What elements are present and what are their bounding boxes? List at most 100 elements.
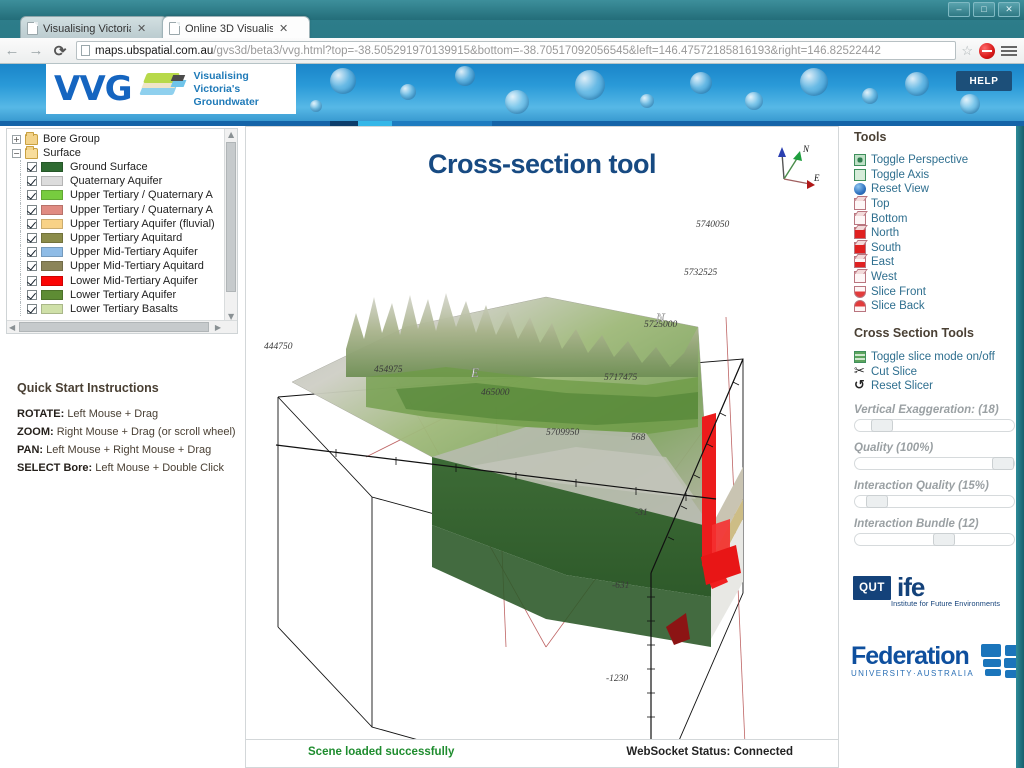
back-icon[interactable]: ← [0, 42, 24, 59]
tool-item[interactable]: North [854, 226, 1022, 241]
layer-row[interactable]: Upper Mid-Tertiary Aquifer [7, 245, 223, 260]
url-text: maps.ubspatial.com.au/gvs3d/beta3/vvg.ht… [95, 45, 881, 57]
slider-track[interactable] [854, 457, 1015, 470]
help-button[interactable]: HELP [956, 71, 1012, 91]
tool-item[interactable]: Bottom [854, 211, 1022, 226]
layer-label: Quaternary Aquifer [70, 175, 163, 188]
layer-row[interactable]: Upper Tertiary / Quaternary A [7, 202, 223, 217]
layer-row[interactable]: Upper Mid-Tertiary Aquitard [7, 259, 223, 274]
page-body: + Bore Group − Surface Ground Surface Qua… [0, 126, 1024, 768]
tools-panel: Tools Toggle Perspective Toggle Axis Reset… [845, 126, 1024, 768]
layer-checkbox[interactable] [27, 162, 37, 173]
expander-icon[interactable]: + [12, 134, 21, 144]
scroll-thumb[interactable] [19, 322, 209, 332]
browser-tab-inactive[interactable]: Visualising Victorias Grou ✕ [20, 16, 168, 40]
axis-tick-label: -631 [612, 581, 629, 591]
tool-item[interactable]: ✂ Cut Slice [854, 365, 1022, 380]
browser-tab-active[interactable]: Online 3D Visualisation To ✕ [162, 16, 310, 40]
tool-item[interactable]: Toggle slice mode on/off [854, 350, 1022, 365]
reset-view-icon [854, 183, 866, 196]
slider-track[interactable] [854, 419, 1015, 432]
reload-icon[interactable]: ⟳ [48, 42, 72, 60]
tab-title: Online 3D Visualisation To [185, 22, 273, 35]
forward-icon[interactable]: → [24, 42, 48, 59]
axis-tick-label: N [655, 310, 666, 325]
layer-checkbox[interactable] [27, 176, 37, 187]
layer-row[interactable]: Upper Tertiary Aquifer (fluvial) [7, 216, 223, 232]
tool-item[interactable]: West [854, 270, 1022, 285]
tree-node-bore-group[interactable]: + Bore Group [7, 132, 223, 146]
layer-checkbox[interactable] [27, 190, 37, 201]
layer-row[interactable]: Ground Surface [7, 160, 223, 175]
slider-handle[interactable] [871, 419, 894, 432]
qut-mark: QUT [853, 576, 891, 600]
layer-checkbox[interactable] [27, 247, 37, 258]
layer-tree[interactable]: + Bore Group − Surface Ground Surface Qua… [6, 128, 238, 334]
tool-label: East [871, 256, 895, 269]
layer-color-swatch [41, 218, 63, 229]
axis-tick-label: 568 [631, 433, 646, 443]
three-d-viewer[interactable]: Cross-section tool N E 5740050 5732525 5… [245, 126, 839, 740]
slider-track[interactable] [854, 495, 1015, 508]
bookmark-star-icon[interactable]: ☆ [961, 43, 973, 59]
layer-checkbox[interactable] [27, 303, 37, 314]
slider-handle[interactable] [865, 495, 888, 508]
layer-row[interactable]: Upper Tertiary / Quaternary A [7, 188, 223, 203]
layer-checkbox[interactable] [27, 289, 37, 300]
slider-handle[interactable] [933, 533, 956, 546]
tree-vertical-scrollbar[interactable]: ▲ ▼ [224, 129, 237, 322]
tool-item[interactable]: South [854, 241, 1022, 256]
vvg-logo[interactable]: VVG Visualising Victoria's Groundwater [46, 64, 296, 114]
address-bar[interactable]: maps.ubspatial.com.au/gvs3d/beta3/vvg.ht… [76, 41, 957, 60]
axis-tick-label: 5709950 [546, 428, 580, 438]
layer-label: Lower Mid-Tertiary Aquifer [70, 274, 198, 287]
tool-item[interactable]: Top [854, 197, 1022, 212]
bubble-decor [310, 100, 322, 112]
tool-item[interactable]: Toggle Axis [854, 168, 1022, 183]
tree-node-label: Surface [43, 147, 81, 159]
close-icon[interactable]: ✕ [137, 22, 146, 35]
quick-start-value: Left Mouse + Drag [67, 408, 159, 420]
menu-icon[interactable] [1001, 45, 1017, 56]
tool-item[interactable]: Slice Back [854, 299, 1022, 314]
axis-tick-label: 5717475 [604, 373, 638, 383]
web-page: VVG Visualising Victoria's Groundwater H… [0, 64, 1024, 768]
tree-node-surface[interactable]: − Surface [7, 145, 223, 160]
slider-track[interactable] [854, 533, 1015, 546]
slider-label: Vertical Exaggeration: (18) [854, 404, 999, 416]
collapse-icon[interactable]: − [12, 148, 21, 158]
layer-color-swatch [41, 176, 63, 187]
layer-row[interactable]: Lower Mid-Tertiary Aquifer [7, 273, 223, 288]
tool-item[interactable]: East [854, 255, 1022, 270]
scroll-up-icon[interactable]: ▲ [228, 130, 234, 139]
layer-checkbox[interactable] [27, 204, 37, 215]
layer-row[interactable]: Quaternary Aquifer [7, 174, 223, 189]
perspective-icon [854, 154, 866, 167]
layer-color-swatch [41, 190, 63, 201]
layer-checkbox[interactable] [27, 218, 37, 229]
layer-row[interactable]: Upper Tertiary Aquitard [7, 230, 223, 246]
tool-item[interactable]: Reset View [854, 182, 1022, 197]
tool-item[interactable]: Slice Front [854, 284, 1022, 299]
layer-checkbox[interactable] [27, 275, 37, 286]
scene-canvas[interactable]: 5740050 5732525 5725000 5717475 5709950 … [246, 127, 839, 740]
slider-handle[interactable] [992, 457, 1014, 470]
browser-toolbar: ← → ⟳ maps.ubspatial.com.au/gvs3d/beta3/… [0, 38, 1024, 64]
scroll-right-icon[interactable]: ▶ [215, 323, 221, 332]
layer-checkbox[interactable] [27, 233, 37, 244]
scroll-left-icon[interactable]: ◀ [9, 323, 15, 332]
cube-west-icon [854, 271, 866, 284]
layer-row[interactable]: Lower Tertiary Aquifer [7, 287, 223, 303]
extension-icon[interactable] [979, 42, 995, 59]
tree-horizontal-scrollbar[interactable]: ◀ ▶ [7, 320, 237, 333]
grid-icon [854, 351, 866, 364]
tab-title: Visualising Victorias Grou [43, 22, 131, 35]
layer-row[interactable]: Lower Tertiary Basalts [7, 301, 223, 317]
axis-tick-label: E [470, 365, 479, 380]
cube-south-icon [854, 241, 866, 254]
tool-item[interactable]: Toggle Perspective [854, 153, 1022, 168]
layer-checkbox[interactable] [27, 261, 37, 272]
scroll-thumb[interactable] [226, 142, 236, 292]
tool-item[interactable]: ↺ Reset Slicer [854, 379, 1022, 394]
close-icon[interactable]: ✕ [279, 22, 288, 35]
